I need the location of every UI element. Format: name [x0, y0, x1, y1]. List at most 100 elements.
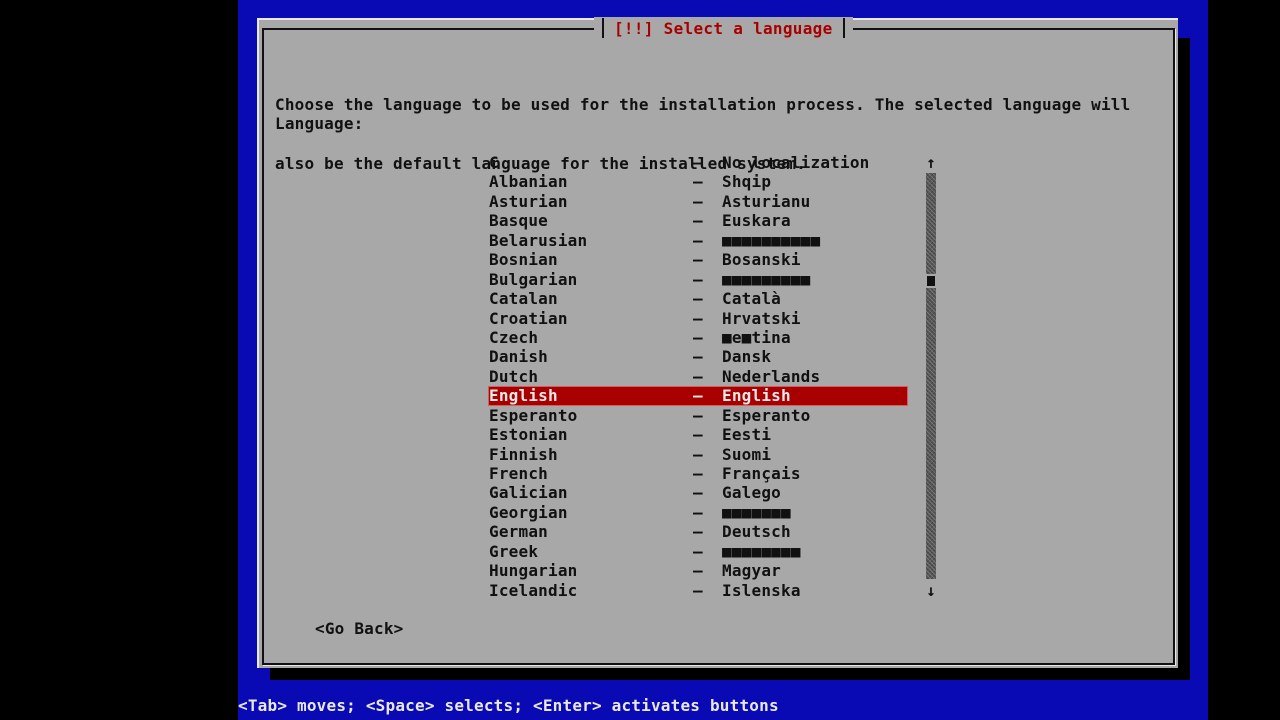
language-option[interactable]: Estonian – Eesti: [488, 425, 908, 444]
language-separator: –: [693, 405, 703, 425]
language-name: Estonian: [489, 425, 568, 445]
language-option[interactable]: Croatian – Hrvatski: [488, 309, 908, 328]
language-separator: –: [693, 522, 703, 542]
language-native-name: Suomi: [722, 444, 772, 464]
dialog-title-bar: [!!] Select a language: [594, 17, 853, 39]
language-separator: –: [693, 541, 703, 561]
language-option[interactable]: Asturian – Asturianu: [488, 192, 908, 211]
language-separator: –: [693, 386, 703, 406]
language-option[interactable]: Hungarian – Magyar: [488, 561, 908, 580]
language-separator: –: [693, 191, 703, 211]
language-option[interactable]: German – Deutsch: [488, 522, 908, 541]
language-name: Belarusian: [489, 230, 588, 250]
keyboard-help-text: <Tab> moves; <Space> selects; <Enter> ac…: [238, 696, 779, 715]
language-separator: –: [693, 347, 703, 367]
language-separator: –: [693, 327, 703, 347]
language-option-selected[interactable]: English – English: [488, 386, 908, 406]
language-name: Galician: [489, 483, 568, 503]
language-name: Icelandic: [489, 580, 578, 600]
language-native-name: ■■■■■■■■■■: [722, 230, 821, 250]
scroll-down-arrow-icon[interactable]: ↓: [924, 581, 938, 600]
language-option[interactable]: Dutch – Nederlands: [488, 367, 908, 386]
language-separator: –: [693, 250, 703, 270]
language-separator: –: [693, 464, 703, 483]
language-native-name: English: [722, 386, 791, 406]
scroll-up-arrow-icon[interactable]: ↑: [924, 153, 938, 172]
language-option[interactable]: Greek – ■■■■■■■■: [488, 542, 908, 561]
language-name: Esperanto: [489, 405, 578, 425]
scrollbar-thumb[interactable]: [927, 275, 935, 286]
language-name: Croatian: [489, 308, 568, 328]
language-name: Asturian: [489, 191, 568, 211]
language-name: English: [489, 386, 558, 406]
language-native-name: Magyar: [722, 561, 781, 581]
language-name: Bulgarian: [489, 269, 578, 289]
language-native-name: No localization: [722, 153, 870, 172]
language-native-name: Dansk: [722, 347, 772, 367]
language-native-name: Nederlands: [722, 366, 821, 386]
language-name: Basque: [489, 211, 548, 231]
language-name: C: [489, 153, 499, 172]
language-option[interactable]: Catalan – Català: [488, 289, 908, 308]
language-native-name: Deutsch: [722, 522, 791, 542]
language-option[interactable]: Czech – ■e■tina: [488, 328, 908, 347]
language-option[interactable]: Bulgarian – ■■■■■■■■■: [488, 270, 908, 289]
language-native-name: ■■■■■■■: [722, 502, 791, 522]
language-native-name: Français: [722, 464, 801, 483]
language-native-name: Hrvatski: [722, 308, 801, 328]
language-option[interactable]: Finnish – Suomi: [488, 445, 908, 464]
language-separator: –: [693, 580, 703, 600]
language-separator: –: [693, 483, 703, 503]
language-option[interactable]: Icelandic – Islenska: [488, 581, 908, 600]
language-separator: –: [693, 502, 703, 522]
description-line-1: Choose the language to be used for the i…: [275, 95, 1131, 114]
scrollbar-track[interactable]: [926, 173, 936, 579]
language-separator: –: [693, 172, 703, 192]
language-native-name: Català: [722, 289, 781, 309]
language-name: Greek: [489, 541, 539, 561]
language-option[interactable]: Bosnian – Bosanski: [488, 250, 908, 269]
language-option[interactable]: Basque – Euskara: [488, 211, 908, 230]
language-separator: –: [693, 444, 703, 464]
language-native-name: Galego: [722, 483, 781, 503]
language-native-name: Islenska: [722, 580, 801, 600]
language-native-name: Euskara: [722, 211, 791, 231]
language-native-name: Shqip: [722, 172, 772, 192]
language-separator: –: [693, 308, 703, 328]
dialog-title: [!!] Select a language: [614, 18, 833, 38]
language-option[interactable]: C – No localization: [488, 153, 908, 172]
language-name: Bosnian: [489, 250, 558, 270]
language-list[interactable]: C – No localization Albanian – Shqip Asturian –…: [488, 153, 908, 600]
language-list-scrollbar[interactable]: ↑ ↓: [924, 153, 938, 600]
language-name: Hungarian: [489, 561, 578, 581]
language-separator: –: [693, 230, 703, 250]
language-native-name: ■■■■■■■■: [722, 541, 801, 561]
language-option[interactable]: Esperanto – Esperanto: [488, 406, 908, 425]
language-native-name: ■■■■■■■■■: [722, 269, 811, 289]
language-name: French: [489, 464, 548, 483]
language-separator: –: [693, 153, 703, 172]
language-name: Catalan: [489, 289, 558, 309]
language-native-name: ■e■tina: [722, 327, 791, 347]
language-name: Georgian: [489, 502, 568, 522]
go-back-button[interactable]: <Go Back>: [315, 619, 404, 638]
language-name: Czech: [489, 327, 539, 347]
language-separator: –: [693, 289, 703, 309]
language-option[interactable]: Galician – Galego: [488, 483, 908, 502]
language-option[interactable]: Danish – Dansk: [488, 347, 908, 366]
language-native-name: Eesti: [722, 425, 772, 445]
language-name: Danish: [489, 347, 548, 367]
language-name: Albanian: [489, 172, 568, 192]
language-native-name: Esperanto: [722, 405, 811, 425]
language-option[interactable]: French – Français: [488, 464, 908, 483]
language-separator: –: [693, 211, 703, 231]
language-field-label: Language:: [275, 114, 364, 133]
language-option[interactable]: Albanian – Shqip: [488, 172, 908, 191]
language-option[interactable]: Belarusian – ■■■■■■■■■■: [488, 231, 908, 250]
title-bar-right-edge: [842, 18, 845, 38]
language-option[interactable]: Georgian – ■■■■■■■: [488, 503, 908, 522]
language-native-name: Asturianu: [722, 191, 811, 211]
language-separator: –: [693, 366, 703, 386]
language-native-name: Bosanski: [722, 250, 801, 270]
language-separator: –: [693, 561, 703, 581]
